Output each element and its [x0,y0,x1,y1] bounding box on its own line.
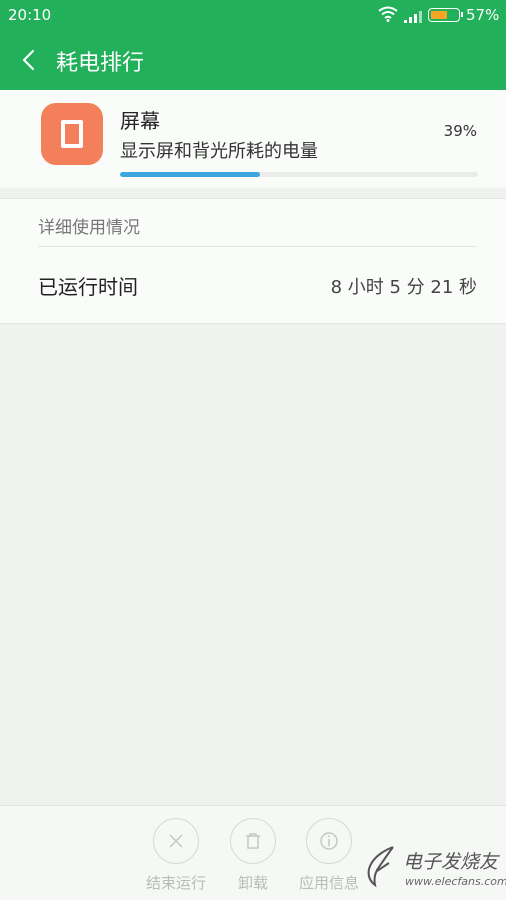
status-time: 20:10 [8,6,52,24]
runtime-label: 已运行时间 [38,275,138,299]
usage-percent: 39% [443,122,477,140]
watermark-url: www.elecfans.com [405,875,506,888]
usage-item-description: 显示屏和背光所耗的电量 [120,141,318,162]
app-header: 耗电排行 [0,30,506,90]
info-icon [306,818,352,864]
divider [38,246,477,247]
battery-percent: 57% [466,6,500,24]
page-title: 耗电排行 [56,51,145,76]
section-gap [0,188,506,198]
usage-item-screen: 屏幕 显示屏和背光所耗的电量 39% [0,90,506,188]
signal-icon [404,9,422,27]
usage-progress-bar [120,172,478,177]
wifi-icon [378,6,398,26]
battery-level [431,11,447,19]
watermark-logo [367,846,394,888]
usage-progress-fill [120,172,260,177]
watermark: 电子发烧友 www.elecfans.com [365,845,506,897]
status-bar: 20:10 57% [0,0,506,30]
app-info-button[interactable]: 应用信息 [284,818,374,893]
screen-icon [41,103,103,165]
watermark-text: 电子发烧友 [403,851,499,873]
section-title: 详细使用情况 [38,218,140,238]
app-info-label: 应用信息 [298,874,359,892]
chevron-left-icon [22,49,35,71]
battery-icon [428,8,463,22]
close-icon [153,818,199,864]
usage-item-name: 屏幕 [120,109,160,133]
runtime-value: 8 小时 5 分 21 秒 [330,277,477,298]
detail-section: 详细使用情况 已运行时间 8 小时 5 分 21 秒 [0,198,506,324]
back-button[interactable] [14,44,46,76]
trash-icon [230,818,276,864]
